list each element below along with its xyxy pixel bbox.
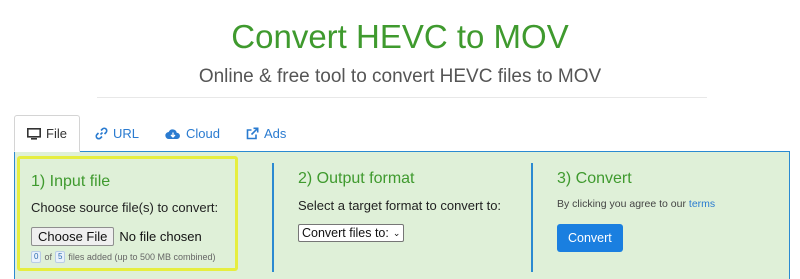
tab-url-label: URL [112, 126, 139, 141]
header-divider [97, 97, 707, 98]
tab-ads[interactable]: Ads [233, 115, 299, 152]
tab-file-label: File [46, 126, 67, 141]
step1-title: 1) Input file [31, 173, 111, 190]
step1-description: Choose source file(s) to convert: [31, 200, 219, 215]
step-input-file: 1) Input file Choose source file(s) to c… [17, 156, 238, 271]
terms-link[interactable]: terms [689, 198, 715, 210]
files-count-current: 0 [31, 251, 42, 263]
source-tabs: File URL Cloud Ads [14, 115, 299, 152]
step-output-format: 2) Output format Select a target format … [285, 152, 501, 279]
tab-cloud-label: Cloud [185, 126, 220, 141]
step2-title: 2) Output format [298, 170, 415, 187]
file-status: No file chosen [119, 229, 202, 244]
converter-panel: 1) Input file Choose source file(s) to c… [14, 151, 790, 279]
step-divider [272, 163, 274, 272]
step2-description: Select a target format to convert to: [298, 198, 502, 213]
tab-cloud[interactable]: Cloud [152, 115, 233, 152]
page-title: Convert HEVC to MOV [231, 18, 569, 55]
monitor-icon [27, 127, 41, 140]
files-added-text: files added (up to 500 MB combined) [68, 252, 216, 262]
step-convert: 3) Convert By clicking you agree to our … [544, 152, 715, 279]
files-of-text: of [44, 252, 52, 262]
files-count-max: 5 [54, 251, 66, 263]
choose-file-button[interactable]: Choose File [31, 227, 115, 246]
files-added-info: 0 of 5 files added (up to 500 MB combine… [31, 251, 235, 263]
tab-file[interactable]: File [14, 115, 80, 152]
file-input: Choose File No file chosen [31, 227, 235, 246]
terms-prefix: By clicking you agree to our [557, 198, 686, 210]
convert-button[interactable]: Convert [557, 224, 623, 252]
page-subtitle: Online & free tool to convert HEVC files… [198, 66, 602, 87]
terms-notice: By clicking you agree to our terms [557, 198, 715, 210]
tab-url[interactable]: URL [82, 115, 152, 152]
external-link-icon [246, 127, 259, 140]
link-icon [95, 127, 108, 140]
format-select-value: Convert files to: [302, 226, 389, 240]
step-divider [531, 163, 533, 272]
chevron-down-icon: ⌄ [392, 227, 401, 238]
format-select[interactable]: Convert files to: ⌄ [298, 224, 405, 242]
tab-ads-label: Ads [263, 126, 287, 141]
cloud-icon [165, 128, 180, 139]
step3-title: 3) Convert [557, 170, 632, 187]
